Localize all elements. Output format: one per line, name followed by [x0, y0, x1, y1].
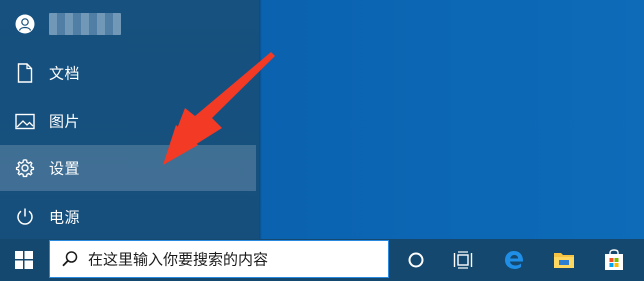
task-view-button[interactable]: [439, 239, 487, 281]
microsoft-store-button[interactable]: [590, 239, 638, 281]
windows-start-icon: [15, 251, 33, 269]
edge-icon: [505, 251, 524, 269]
task-view-icon: [453, 251, 473, 269]
start-item-label: 图片: [49, 112, 81, 131]
taskbar: 在这里输入你要搜索的内容: [0, 239, 644, 281]
document-icon: [14, 62, 36, 84]
search-icon: [62, 251, 78, 267]
gear-icon: [14, 157, 36, 179]
user-name-blurred: [49, 13, 121, 35]
start-item-power[interactable]: 电源: [0, 194, 256, 240]
cortana-button[interactable]: [392, 239, 440, 281]
start-item-label: 电源: [49, 208, 81, 227]
user-avatar-icon: [14, 13, 36, 35]
edge-browser-button[interactable]: [490, 239, 538, 281]
pictures-icon: [14, 110, 36, 132]
start-item-label: 文档: [49, 64, 81, 83]
power-icon: [14, 206, 36, 228]
file-explorer-button[interactable]: [540, 239, 588, 281]
search-placeholder: 在这里输入你要搜索的内容: [88, 250, 269, 269]
taskbar-search-input[interactable]: 在这里输入你要搜索的内容: [49, 240, 389, 278]
user-account-item[interactable]: [0, 1, 256, 47]
start-item-documents[interactable]: 文档: [0, 50, 256, 96]
file-explorer-icon: [554, 253, 574, 268]
start-item-pictures[interactable]: 图片: [0, 98, 256, 144]
windows-start-button[interactable]: [0, 239, 48, 281]
cortana-icon: [408, 252, 424, 268]
start-item-label: 设置: [49, 159, 81, 178]
start-item-settings[interactable]: 设置: [0, 145, 256, 191]
start-menu-panel: 文档 图片 设置 电源: [0, 0, 262, 240]
store-icon: [605, 249, 623, 270]
